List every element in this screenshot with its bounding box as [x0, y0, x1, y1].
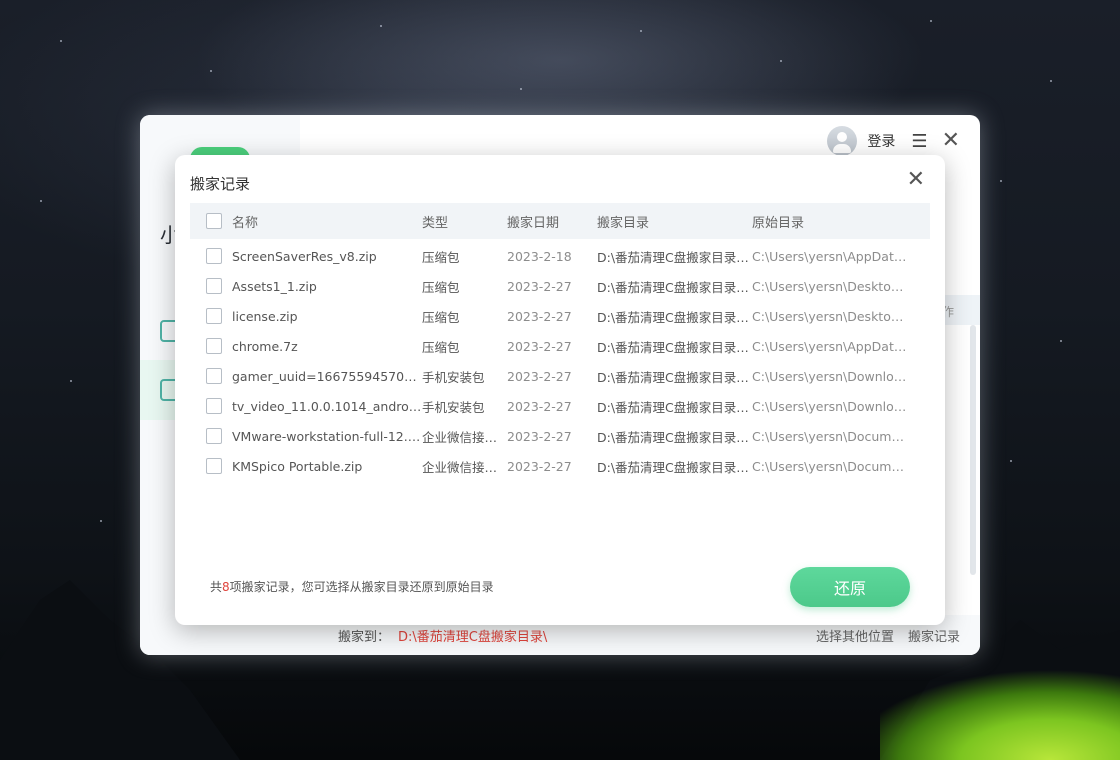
file-name: ScreenSaverRes_v8.zip	[232, 248, 377, 264]
table-row[interactable]: tv_video_11.0.0.1014_android_... 手机安装包 2…	[190, 391, 930, 421]
table-row[interactable]: Assets1_1.zip 压缩包 2023-2-27 D:\番茄清理C盘搬家目…	[190, 271, 930, 301]
file-name: VMware-workstation-full-12.1...	[232, 428, 422, 444]
menu-icon[interactable]: ☰	[911, 131, 927, 152]
move-date: 2023-2-27	[507, 458, 572, 474]
history-table: 名称 类型 搬家日期 搬家目录 原始目录 ScreenSaverRes_v8.z…	[190, 203, 930, 481]
app-close-icon[interactable]: ✕	[942, 130, 960, 152]
row-checkbox[interactable]	[206, 458, 222, 474]
target-dir: D:\番茄清理C盘搬家目录\...	[597, 249, 752, 265]
move-date: 2023-2-18	[507, 248, 572, 264]
choose-other-location-link[interactable]: 选择其他位置	[816, 626, 894, 645]
login-link[interactable]: 登录	[867, 131, 895, 151]
table-row[interactable]: license.zip 压缩包 2023-2-27 D:\番茄清理C盘搬家目录\…	[190, 301, 930, 331]
move-date: 2023-2-27	[507, 278, 572, 294]
row-checkbox[interactable]	[206, 398, 222, 414]
user-avatar-icon[interactable]	[827, 126, 858, 156]
summary-count: 8	[222, 580, 230, 594]
app-header: 登录 ☰ ✕	[827, 125, 960, 157]
row-checkbox[interactable]	[206, 248, 222, 264]
file-type: 压缩包	[422, 249, 460, 265]
dialog-close-icon[interactable]: ✕	[907, 169, 925, 191]
target-dir: D:\番茄清理C盘搬家目录\...	[597, 309, 752, 325]
summary-suffix: 项搬家记录，您可选择从搬家目录还原到原始目录	[229, 580, 494, 594]
original-dir: C:\Users\yersn\AppData\...	[752, 248, 907, 264]
target-dir: D:\番茄清理C盘搬家目录\...	[597, 399, 752, 415]
column-header-original-dir[interactable]: 原始目录	[752, 212, 907, 231]
move-date: 2023-2-27	[507, 428, 572, 444]
file-name: Assets1_1.zip	[232, 278, 317, 294]
target-dir: D:\番茄清理C盘搬家目录\...	[597, 369, 752, 385]
row-checkbox[interactable]	[206, 368, 222, 384]
target-dir: D:\番茄清理C盘搬家目录\...	[597, 429, 752, 445]
record-summary: 共8项搬家记录，您可选择从搬家目录还原到原始目录	[210, 578, 494, 595]
row-checkbox[interactable]	[206, 278, 222, 294]
table-header-row: 名称 类型 搬家日期 搬家目录 原始目录	[190, 203, 930, 239]
file-name: chrome.7z	[232, 338, 298, 354]
move-history-link[interactable]: 搬家记录	[908, 626, 960, 645]
original-dir: C:\Users\yersn\Documen...	[752, 428, 907, 444]
original-dir: C:\Users\yersn\Downloa...	[752, 398, 907, 414]
file-type: 压缩包	[422, 309, 460, 325]
file-type: 企业微信接收...	[422, 459, 507, 475]
move-to-path: D:\番茄清理C盘搬家目录\	[398, 629, 548, 645]
original-dir: C:\Users\yersn\Documen...	[752, 458, 907, 474]
target-dir: D:\番茄清理C盘搬家目录\...	[597, 279, 752, 295]
column-header-date[interactable]: 搬家日期	[507, 212, 597, 231]
table-row[interactable]: KMSpico Portable.zip 企业微信接收... 2023-2-27…	[190, 451, 930, 481]
move-to-label: 搬家到：	[338, 629, 391, 645]
original-dir: C:\Users\yersn\Downloa...	[752, 368, 907, 384]
row-checkbox[interactable]	[206, 338, 222, 354]
file-type: 企业微信接收...	[422, 429, 507, 445]
file-type: 手机安装包	[422, 399, 485, 415]
file-name: KMSpico Portable.zip	[232, 458, 363, 474]
move-date: 2023-2-27	[507, 368, 572, 384]
move-date: 2023-2-27	[507, 308, 572, 324]
table-row[interactable]: ScreenSaverRes_v8.zip 压缩包 2023-2-18 D:\番…	[190, 241, 930, 271]
target-dir: D:\番茄清理C盘搬家目录\...	[597, 459, 752, 475]
dialog-title: 搬家记录	[190, 175, 251, 193]
summary-prefix: 共	[210, 580, 223, 594]
original-dir: C:\Users\yersn\Desktop\...	[752, 278, 907, 294]
select-all-checkbox[interactable]	[206, 213, 222, 229]
column-header-target-dir[interactable]: 搬家目录	[597, 212, 752, 231]
row-checkbox[interactable]	[206, 428, 222, 444]
restore-button[interactable]: 还原	[790, 567, 910, 607]
row-checkbox[interactable]	[206, 308, 222, 324]
file-type: 压缩包	[422, 339, 460, 355]
file-type: 手机安装包	[422, 369, 485, 385]
table-row[interactable]: VMware-workstation-full-12.1... 企业微信接收..…	[190, 421, 930, 451]
target-dir: D:\番茄清理C盘搬家目录\...	[597, 339, 752, 355]
column-header-type[interactable]: 类型	[422, 212, 507, 231]
file-name: gamer_uuid=1667559457084_...	[232, 368, 422, 384]
table-row[interactable]: gamer_uuid=1667559457084_... 手机安装包 2023-…	[190, 361, 930, 391]
action-column-header: 作	[940, 295, 980, 325]
tent-glow	[880, 670, 1120, 760]
file-type: 压缩包	[422, 279, 460, 295]
move-history-dialog: 搬家记录 ✕ 名称 类型 搬家日期 搬家目录 原始目录 ScreenSaverR…	[175, 155, 945, 625]
original-dir: C:\Users\yersn\AppData\...	[752, 338, 907, 354]
move-date: 2023-2-27	[507, 398, 572, 414]
file-name: license.zip	[232, 308, 298, 324]
table-row[interactable]: chrome.7z 压缩包 2023-2-27 D:\番茄清理C盘搬家目录\..…	[190, 331, 930, 361]
move-date: 2023-2-27	[507, 338, 572, 354]
file-name: tv_video_11.0.0.1014_android_...	[232, 398, 422, 414]
column-header-name[interactable]: 名称	[232, 212, 422, 231]
app-scrollbar[interactable]	[970, 325, 976, 575]
original-dir: C:\Users\yersn\Desktop\l...	[752, 308, 907, 324]
